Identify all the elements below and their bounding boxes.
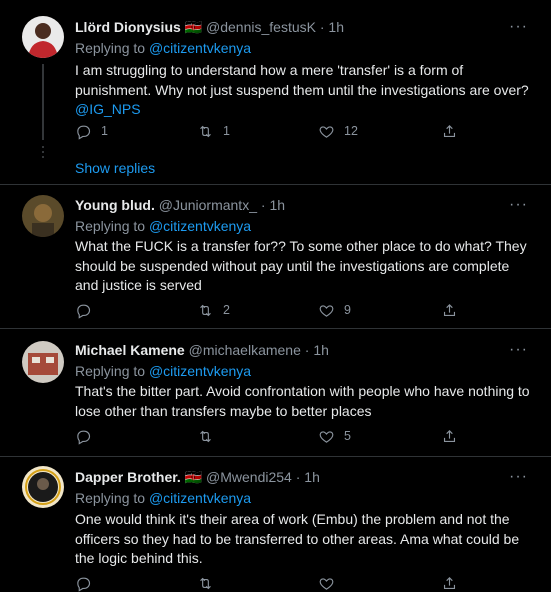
tweet-body: I am struggling to understand how a mere… [75,62,529,98]
share-icon [443,124,456,137]
retweet-button[interactable]: 1 [197,122,230,140]
like-count: 12 [344,124,358,138]
tweet-actions [75,574,475,592]
share-button[interactable] [441,122,458,140]
avatar[interactable] [22,466,64,508]
tweet-4[interactable]: Dapper Brother. 🇰🇪 @Mwendi254 · 1h ··· R… [0,457,551,592]
reply-button[interactable] [75,427,101,445]
tweet-text: What the FUCK is a transfer for?? To som… [75,238,527,293]
timestamp[interactable]: · 1h [296,469,320,485]
reply-button[interactable] [75,574,92,592]
reply-button[interactable] [75,301,101,319]
tweet-2[interactable]: Young blud. @Juniormantx_ · 1h ··· Reply… [0,185,551,327]
like-button[interactable]: 9 [318,301,351,319]
handle[interactable]: @Juniormantx_ [159,197,257,213]
handle[interactable]: @michaelkamene [189,342,301,358]
reply-icon [77,430,91,445]
replying-to: Replying to @citizentvkenya [75,362,251,380]
more-icon[interactable]: ··· [509,19,527,40]
reply-count: 1 [101,124,108,138]
avatar-image [22,466,64,508]
timestamp[interactable]: · 1h [305,342,329,358]
mention-link[interactable]: @citizentvkenya [149,40,251,56]
mention-link[interactable]: @IG_NPS [75,100,530,120]
like-count: 9 [344,303,351,317]
like-button[interactable] [318,574,335,592]
share-icon [443,429,456,442]
display-name[interactable]: Young blud. [75,197,155,213]
replying-label: Replying to [75,363,146,379]
replying-to: Replying to @citizentvkenya [75,217,251,235]
reply-button[interactable]: 1 [75,122,108,140]
avatar[interactable] [22,195,64,237]
retweet-button[interactable] [197,427,223,445]
display-name[interactable]: Dapper Brother. [75,469,181,485]
retweet-icon [200,125,211,137]
tweet-actions: 1 1 12 [75,122,475,140]
tweet-header: Llörd Dionysius 🇰🇪 @dennis_festusK · 1h [75,18,344,36]
like-icon [319,577,334,590]
display-name[interactable]: Llörd Dionysius [75,19,181,35]
display-name[interactable]: Michael Kamene [75,342,185,358]
like-button[interactable]: 12 [318,122,358,140]
more-icon[interactable]: ··· [509,342,527,363]
reply-icon [77,577,91,592]
avatar-image [22,16,64,58]
replying-to: Replying to @citizentvkenya [75,39,251,57]
like-button[interactable]: 5 [318,427,351,445]
tweet-header: Young blud. @Juniormantx_ · 1h [75,196,285,214]
share-icon [443,576,456,589]
tweet-text: One would think it's their area of work … [75,511,520,566]
thread-line [42,64,44,140]
handle[interactable]: @dennis_festusK [206,19,316,35]
retweet-icon [200,304,211,316]
avatar-image [22,341,64,383]
mention-link[interactable]: @citizentvkenya [149,363,251,379]
tweet-actions: 2 9 [75,301,475,319]
replying-to: Replying to @citizentvkenya [75,489,251,507]
like-count: 5 [344,429,351,443]
flag-emoji: 🇰🇪 [184,19,203,35]
tweet-header: Dapper Brother. 🇰🇪 @Mwendi254 · 1h [75,468,320,486]
flag-emoji: 🇰🇪 [184,469,203,485]
tweet-1[interactable]: Llörd Dionysius 🇰🇪 @dennis_festusK · 1h … [0,0,551,184]
share-button[interactable] [441,301,458,319]
share-icon [443,303,456,316]
reply-icon [77,125,91,140]
retweet-count: 1 [223,124,230,138]
replying-label: Replying to [75,218,146,234]
reply-icon [77,304,91,319]
like-icon [319,430,334,443]
show-replies-link[interactable]: Show replies [75,160,155,176]
avatar-image [22,195,64,237]
more-icon[interactable]: ··· [509,197,527,218]
retweet-button[interactable] [197,574,214,592]
more-icon[interactable]: ··· [509,469,527,490]
retweet-count: 2 [223,303,230,317]
avatar[interactable] [22,16,64,58]
retweet-button[interactable]: 2 [197,301,230,319]
handle[interactable]: @Mwendi254 [206,469,292,485]
share-button[interactable] [441,427,458,445]
replying-label: Replying to [75,40,146,56]
like-icon [319,125,334,138]
tweet-text: That's the bitter part. Avoid confrontat… [75,383,530,419]
mention-link[interactable]: @citizentvkenya [149,218,251,234]
timestamp[interactable]: · 1h [320,19,344,35]
tweet-3[interactable]: Michael Kamene @michaelkamene · 1h ··· R… [0,329,551,455]
share-button[interactable] [441,574,458,592]
tweet-text: I am struggling to understand how a mere… [75,61,530,120]
retweet-icon [200,577,211,589]
replying-label: Replying to [75,490,146,506]
retweet-icon [200,430,211,442]
tweet-header: Michael Kamene @michaelkamene · 1h [75,341,329,359]
thread-dots [42,146,44,161]
tweet-actions: 5 [75,427,475,445]
mention-link[interactable]: @citizentvkenya [149,490,251,506]
timestamp[interactable]: · 1h [261,197,285,213]
like-icon [319,304,334,317]
avatar[interactable] [22,341,64,383]
